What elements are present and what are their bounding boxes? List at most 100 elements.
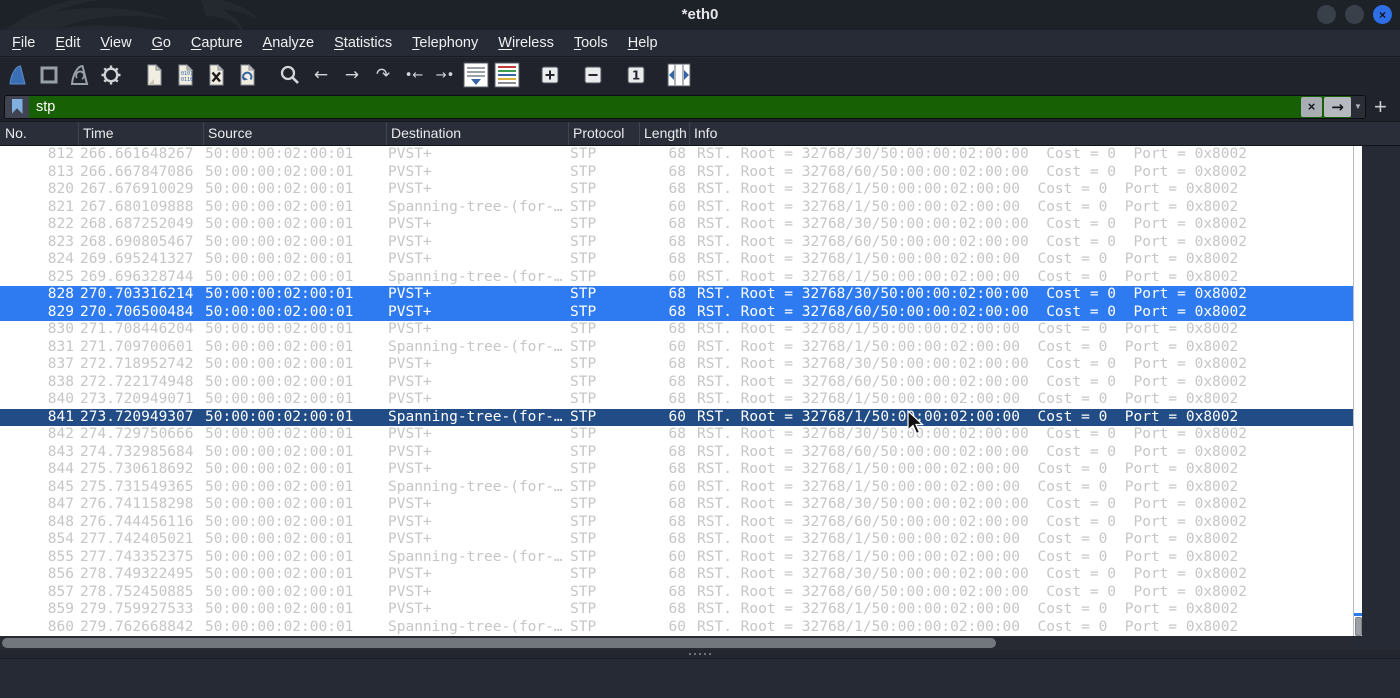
packet-row[interactable]: 841 273.720949307 50:00:00:02:00:01 Spannin… bbox=[0, 408, 1353, 426]
column-header-protocol[interactable]: Protocol bbox=[568, 122, 639, 145]
cell-length: 60 bbox=[668, 338, 686, 355]
menu-statistics[interactable]: Statistics bbox=[324, 30, 402, 57]
packet-row[interactable]: 829 270.706500484 50:00:00:02:00:01 PVST+ ST… bbox=[0, 303, 1353, 321]
menu-wireless[interactable]: Wireless bbox=[488, 30, 564, 57]
packet-row[interactable]: 860 279.762668842 50:00:00:02:00:01 Spannin… bbox=[0, 619, 1353, 637]
menu-go[interactable]: Go bbox=[142, 30, 181, 57]
stop-capture-button[interactable] bbox=[35, 61, 63, 89]
start-capture-button[interactable] bbox=[4, 61, 32, 89]
pane-splitter[interactable] bbox=[0, 650, 1400, 658]
minimize-button[interactable] bbox=[1317, 5, 1336, 24]
cell-destination: PVST+ bbox=[388, 496, 432, 512]
close-file-button[interactable] bbox=[202, 61, 230, 89]
zoom-out-button[interactable] bbox=[579, 61, 607, 89]
packet-row[interactable]: 843 274.732985684 50:00:00:02:00:01 PVST+ ST… bbox=[0, 444, 1353, 462]
cell-no: 824 bbox=[47, 251, 74, 267]
display-filter-input[interactable]: stp bbox=[29, 95, 1300, 118]
gear-icon bbox=[99, 63, 123, 87]
colorize-button[interactable] bbox=[493, 61, 521, 89]
packet-row[interactable]: 838 272.722174948 50:00:00:02:00:01 PVST+ ST… bbox=[0, 374, 1353, 392]
packet-row[interactable]: 812 266.661648267 50:00:00:02:00:01 PVST+ ST… bbox=[0, 146, 1353, 164]
reload-file-button[interactable] bbox=[233, 61, 261, 89]
cell-protocol: STP bbox=[570, 198, 597, 215]
packet-row[interactable]: 845 275.731549365 50:00:00:02:00:01 Spannin… bbox=[0, 479, 1353, 497]
cell-source: 50:00:00:02:00:01 bbox=[205, 373, 354, 390]
restart-capture-button[interactable] bbox=[66, 61, 94, 89]
cell-info: RST. Root = 32768/1/50:00:00:02:00:00 Co… bbox=[697, 618, 1239, 635]
clear-filter-button[interactable]: × bbox=[1301, 96, 1322, 117]
cell-info: RST. Root = 32768/1/50:00:00:02:00:00 Co… bbox=[697, 391, 1239, 407]
packet-row[interactable]: 825 269.696328744 50:00:00:02:00:01 Spannin… bbox=[0, 269, 1353, 287]
menu-file[interactable]: File bbox=[2, 30, 45, 57]
menu-telephony[interactable]: Telephony bbox=[402, 30, 488, 57]
column-header-no[interactable]: No. bbox=[0, 122, 78, 145]
vertical-scrollbar-thumb[interactable] bbox=[1355, 617, 1362, 636]
packet-row[interactable]: 848 276.744456116 50:00:00:02:00:01 PVST+ ST… bbox=[0, 514, 1353, 532]
cell-source: 50:00:00:02:00:01 bbox=[205, 216, 354, 232]
cell-destination: PVST+ bbox=[388, 461, 432, 477]
close-button[interactable]: × bbox=[1373, 5, 1392, 24]
horizontal-scrollbar[interactable] bbox=[0, 636, 1353, 650]
cell-destination: Spanning-tree-(for-… bbox=[388, 548, 563, 565]
go-back-button[interactable]: ← bbox=[307, 61, 335, 89]
packet-row[interactable]: 830 271.708446204 50:00:00:02:00:01 PVST+ ST… bbox=[0, 321, 1353, 339]
save-file-button[interactable]: 0101 0110 bbox=[171, 61, 199, 89]
cell-info: RST. Root = 32768/1/50:00:00:02:00:00 Co… bbox=[697, 601, 1239, 617]
menu-analyze[interactable]: Analyze bbox=[253, 30, 325, 57]
one-icon: 1 bbox=[627, 66, 645, 84]
packet-row[interactable]: 856 278.749322495 50:00:00:02:00:01 PVST+ ST… bbox=[0, 566, 1353, 584]
go-forward-button[interactable]: → bbox=[338, 61, 366, 89]
apply-filter-button[interactable]: → bbox=[1324, 96, 1351, 117]
zoom-reset-button[interactable]: 1 bbox=[622, 61, 650, 89]
packet-row[interactable]: 837 272.718952742 50:00:00:02:00:01 PVST+ ST… bbox=[0, 356, 1353, 374]
packet-row[interactable]: 855 277.743352375 50:00:00:02:00:01 Spannin… bbox=[0, 549, 1353, 567]
packet-row[interactable]: 821 267.680109888 50:00:00:02:00:01 Spannin… bbox=[0, 199, 1353, 217]
filter-bookmark-button[interactable] bbox=[5, 95, 29, 118]
column-header-destination[interactable]: Destination bbox=[386, 122, 568, 145]
packet-row[interactable]: 854 277.742405021 50:00:00:02:00:01 PVST+ ST… bbox=[0, 531, 1353, 549]
packet-row[interactable]: 847 276.741158298 50:00:00:02:00:01 PVST+ ST… bbox=[0, 496, 1353, 514]
horizontal-scrollbar-thumb[interactable] bbox=[2, 638, 996, 648]
find-packet-button[interactable] bbox=[276, 61, 304, 89]
packet-row[interactable]: 822 268.687252049 50:00:00:02:00:01 PVST+ ST… bbox=[0, 216, 1353, 234]
packet-row[interactable]: 859 279.759927533 50:00:00:02:00:01 PVST+ ST… bbox=[0, 601, 1353, 619]
cell-time: 267.680109888 bbox=[80, 198, 194, 215]
resize-columns-icon bbox=[666, 62, 692, 88]
filter-dropdown-button[interactable]: ▼ bbox=[1351, 95, 1365, 118]
packet-row[interactable]: 824 269.695241327 50:00:00:02:00:01 PVST+ ST… bbox=[0, 251, 1353, 269]
svg-text:0110: 0110 bbox=[181, 77, 193, 83]
zoom-in-button[interactable] bbox=[536, 61, 564, 89]
packet-row[interactable]: 828 270.703316214 50:00:00:02:00:01 PVST+ ST… bbox=[0, 286, 1353, 304]
packet-row[interactable]: 831 271.709700601 50:00:00:02:00:01 Spannin… bbox=[0, 339, 1353, 357]
go-to-packet-button[interactable]: ↷ bbox=[369, 61, 397, 89]
packet-row[interactable]: 857 278.752450885 50:00:00:02:00:01 PVST+ ST… bbox=[0, 584, 1353, 602]
resize-columns-button[interactable] bbox=[665, 61, 693, 89]
column-header-source[interactable]: Source bbox=[203, 122, 386, 145]
packet-row[interactable]: 813 266.667847086 50:00:00:02:00:01 PVST+ ST… bbox=[0, 164, 1353, 182]
menu-tools[interactable]: Tools bbox=[564, 30, 618, 57]
packet-row[interactable]: 842 274.729750666 50:00:00:02:00:01 PVST+ ST… bbox=[0, 426, 1353, 444]
go-first-packet-button[interactable]: •← bbox=[400, 61, 428, 89]
maximize-button[interactable] bbox=[1345, 5, 1364, 24]
column-header-length[interactable]: Length bbox=[639, 122, 689, 145]
auto-scroll-button[interactable] bbox=[462, 61, 490, 89]
cell-no: 857 bbox=[47, 583, 74, 600]
packet-row[interactable]: 844 275.730618692 50:00:00:02:00:01 PVST+ ST… bbox=[0, 461, 1353, 479]
menu-view[interactable]: View bbox=[90, 30, 141, 57]
cell-destination: Spanning-tree-(for-… bbox=[388, 618, 563, 635]
open-file-button[interactable] bbox=[140, 61, 168, 89]
capture-options-button[interactable] bbox=[97, 61, 125, 89]
column-header-info[interactable]: Info bbox=[689, 122, 1400, 145]
menu-help[interactable]: Help bbox=[618, 30, 668, 57]
column-header-time[interactable]: Time bbox=[78, 122, 203, 145]
cell-source: 50:00:00:02:00:01 bbox=[205, 268, 354, 285]
go-last-packet-button[interactable]: →• bbox=[431, 61, 459, 89]
menu-edit[interactable]: Edit bbox=[45, 30, 90, 57]
packet-row[interactable]: 823 268.690805467 50:00:00:02:00:01 PVST+ ST… bbox=[0, 234, 1353, 252]
packet-row[interactable]: 820 267.676910029 50:00:00:02:00:01 PVST+ ST… bbox=[0, 181, 1353, 199]
add-filter-button[interactable]: + bbox=[1366, 95, 1395, 118]
vertical-scrollbar[interactable] bbox=[1353, 146, 1362, 636]
packet-row[interactable]: 840 273.720949071 50:00:00:02:00:01 PVST+ ST… bbox=[0, 391, 1353, 409]
cell-destination: PVST+ bbox=[388, 216, 432, 232]
menu-capture[interactable]: Capture bbox=[181, 30, 253, 57]
